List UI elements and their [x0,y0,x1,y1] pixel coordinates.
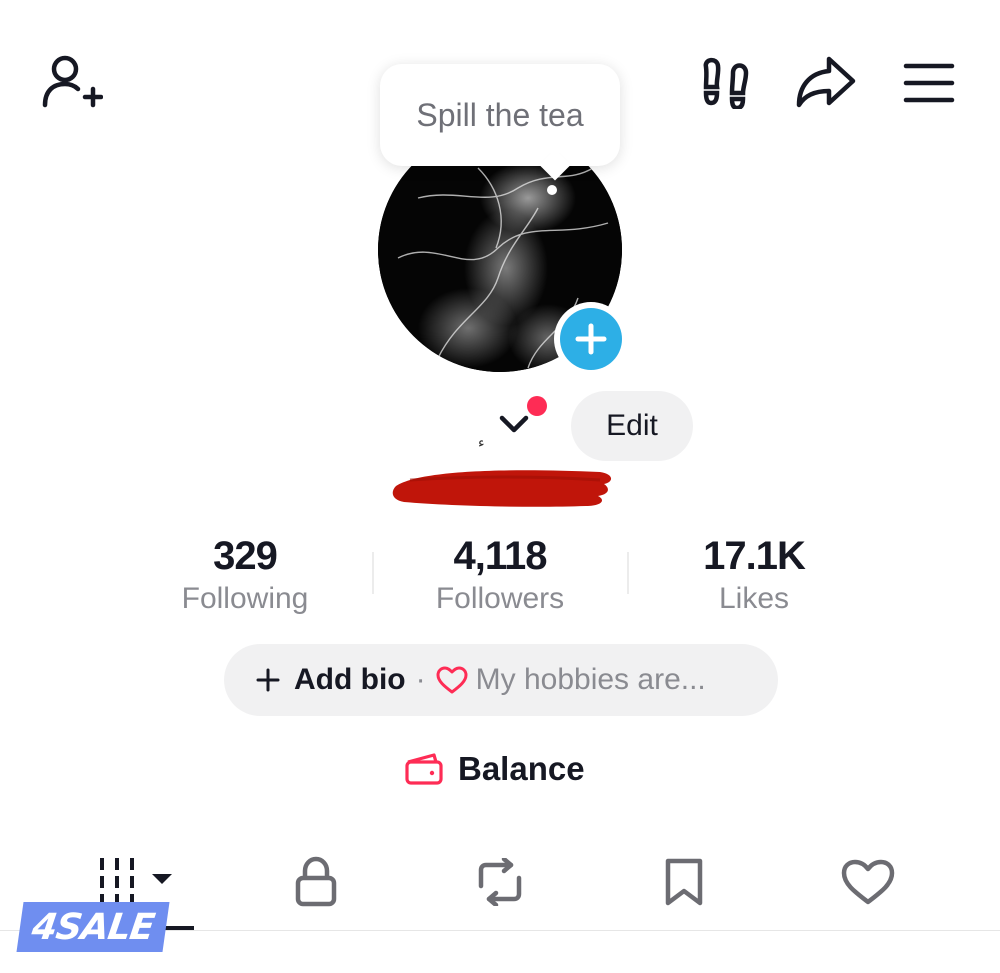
balance-button[interactable]: Balance [404,750,585,788]
edit-label: Edit [606,409,658,442]
tooltip-bubble[interactable]: Spill the tea [380,64,620,166]
followers-label: Followers [435,582,565,615]
tab-private[interactable] [286,852,346,912]
username: ء [478,434,485,450]
watermark-text: 4SALE [29,906,157,948]
add-friend-icon[interactable] [38,52,104,112]
redaction-mark [392,470,612,507]
edit-profile-button[interactable]: Edit [571,391,693,461]
menu-icon[interactable] [902,60,956,106]
notification-dot [527,396,547,416]
add-bio-button[interactable]: Add bio · My hobbies are... [224,644,778,716]
following-count: 329 [213,534,278,578]
watermark-logo: 4SALE [16,902,170,952]
tab-favorites[interactable] [654,852,714,912]
tooltip-text: Spill the tea [416,96,584,133]
stat-divider [627,552,629,594]
lock-icon [295,856,337,907]
stat-divider [372,552,374,594]
stat-following[interactable]: 329 Following [145,532,345,616]
share-icon[interactable] [794,54,858,110]
tab-liked[interactable] [838,852,898,912]
account-switch-chevron-icon[interactable] [498,412,530,441]
likes-label: Likes [718,582,790,615]
balance-label: Balance [458,750,585,787]
followers-count: 4,118 [453,534,548,578]
heart-outline-icon [841,859,895,905]
add-bio-label: Add bio [294,663,406,696]
plus-icon [560,308,622,370]
plus-icon [256,662,280,698]
stat-likes[interactable]: 17.1K Likes [654,532,854,616]
wallet-icon [404,752,444,786]
bookmark-icon [665,858,703,906]
following-label: Following [181,582,309,615]
bio-separator: · [415,663,426,696]
stat-followers[interactable]: 4,118 Followers [400,532,600,616]
likes-count: 17.1K [703,534,806,578]
bio-hint: My hobbies are... [475,663,706,696]
tab-reposts[interactable] [470,852,530,912]
add-story-button[interactable] [554,302,628,376]
heart-icon [436,666,468,694]
repost-icon [478,858,522,906]
footprints-icon[interactable] [698,56,754,110]
